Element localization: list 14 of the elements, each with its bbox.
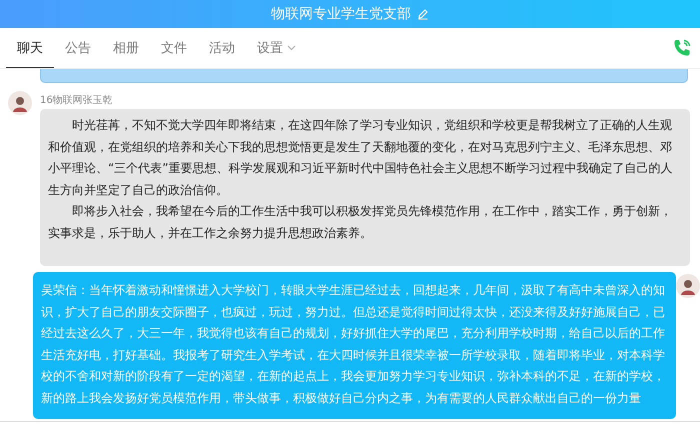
message-text: 时光荏苒，不知不觉大学四年即将结束，在这四年除了学习专业知识，党组织和学校更是帮我树立了正确的人生观和价值观，在党组织的培养和关心下我的思想觉悟更是发生了天翻地覆的变化，在对马克思列宁主义、毛泽东思想、邓小平理论、“三个代表”重要思想、科学发展观和习近平新时代中国特色社会主义思想不断学习过程中我确定了自己的人生方向并坚定了自己的政治信仰。 bbox=[48, 117, 674, 198]
group-title: 物联网专业学生党支部 bbox=[271, 5, 411, 23]
message-text: 吴荣信：当年怀着激动和憧憬进入大学校门，转眼大学生涯已经过去，回想起来，几年间，汲取了有高中未曾深入的知识，扩大了自己的朋友交际圈子，也疯过，玩过，努力过。但总还是觉得时间过得太快，还没来得及好好施展自己，已经过去这么久了，大三一年，我觉得也该有自己的规划，好好抓住大学的尾巴，充分利用学校时期，给自己以后的工作生活充好电，打好基础。我报考了研究生入学考试，在大四时候并且很荣幸被一所学校录取，随着即将毕业，对本科学校的不舍和对新的阶段有了一定的渴望，在新的起点上，我会更加努力学习专业知识，弥补本科的不足，在新的学校，新的路上我会发扬好党员模范作用，带头做事，积极做好自己分内之事，为有需要的人民群众献出自己的一份力量 bbox=[41, 282, 666, 406]
tab[interactable]: 公告 bbox=[54, 28, 102, 68]
caret-icon bbox=[287, 44, 296, 50]
avatar-icon[interactable] bbox=[676, 274, 700, 298]
sender-name: 16物联网张玉乾 bbox=[40, 94, 114, 107]
tab[interactable]: 相册 bbox=[102, 28, 150, 68]
tab[interactable]: 活动 bbox=[198, 28, 246, 68]
tab[interactable]: 设置 bbox=[246, 28, 307, 68]
message-text: 即将步入社会，我希望在今后的工作生活中我可以积极发挥党员先锋模范作用，在工作中，踏实工作，勇于创新，实事求是，乐于助人，并在工作之余努力提升思想政治素养。 bbox=[48, 203, 673, 242]
tab[interactable]: 文件 bbox=[150, 28, 198, 68]
tab[interactable]: 聊天 bbox=[6, 28, 54, 68]
avatar-icon[interactable] bbox=[8, 91, 32, 115]
